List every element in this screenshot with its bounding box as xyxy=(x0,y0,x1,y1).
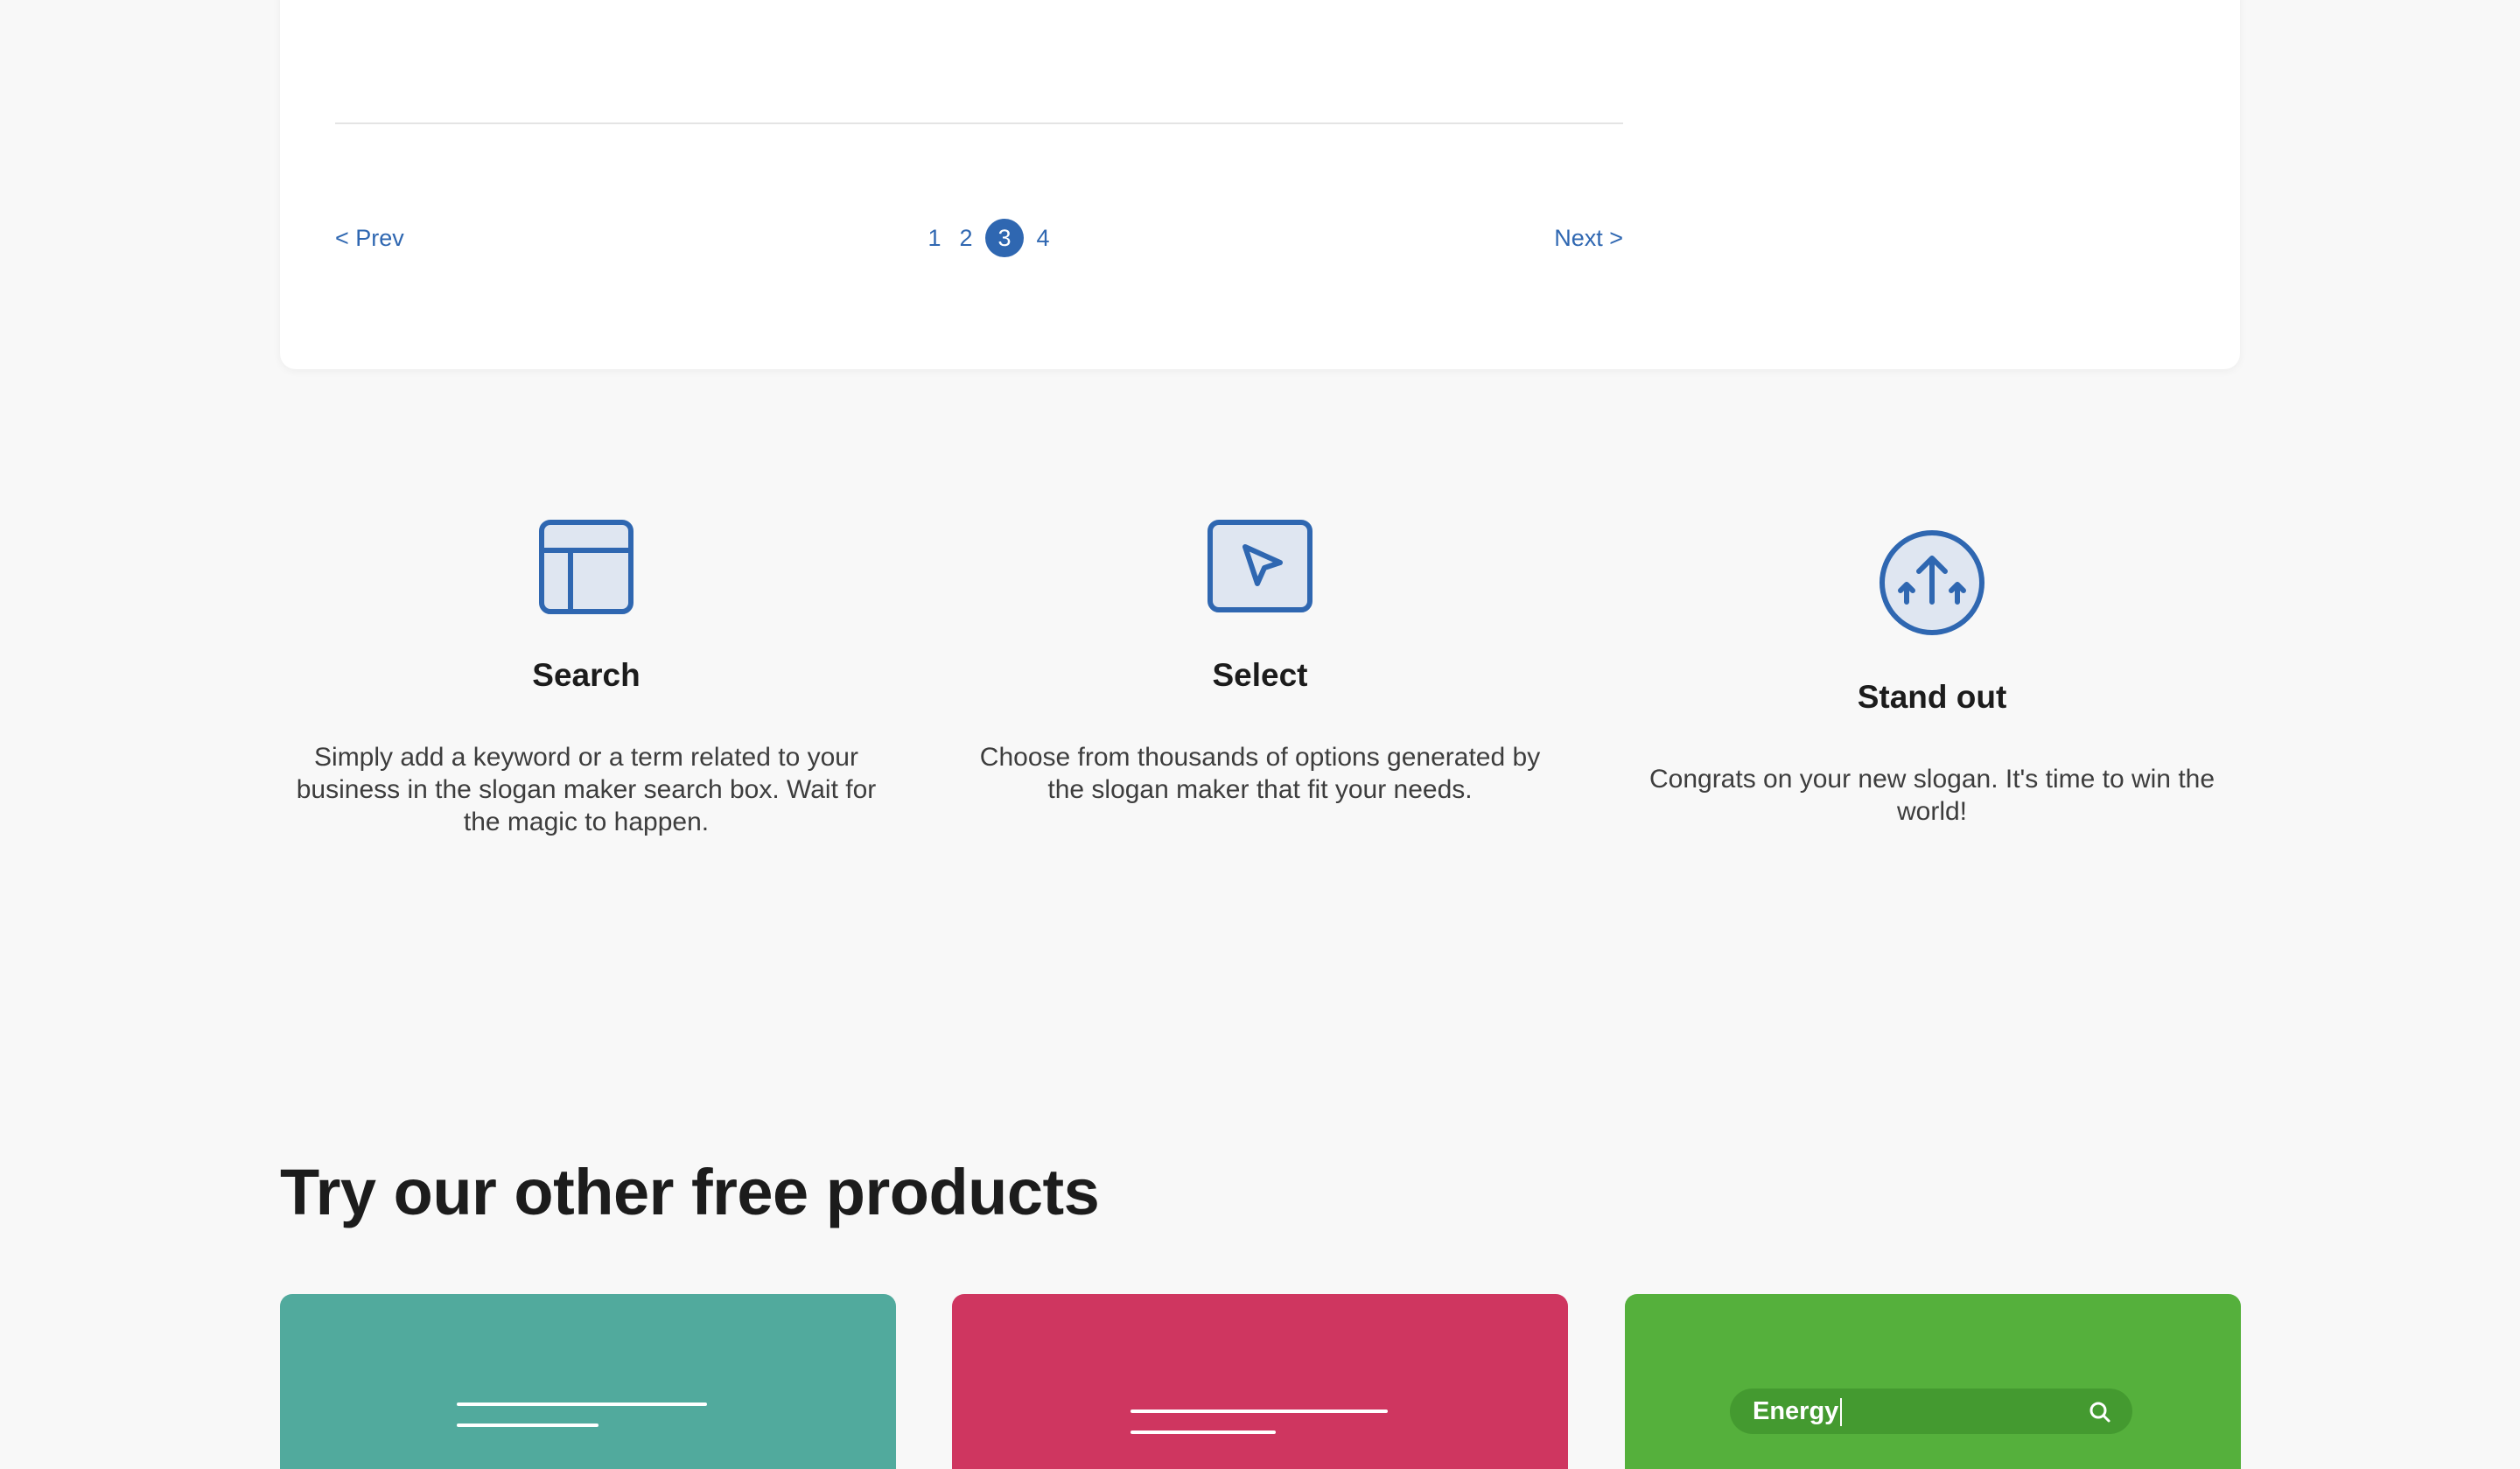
decorative-line xyxy=(457,1424,598,1427)
page-link-3-current[interactable]: 3 xyxy=(985,219,1024,257)
page-link-1[interactable]: 1 xyxy=(926,219,943,257)
product-preview-search-box: Energy xyxy=(1730,1389,2132,1434)
search-icon xyxy=(2090,1402,2110,1423)
product-card-2[interactable] xyxy=(952,1294,1568,1469)
product-card-3[interactable]: Energy xyxy=(1625,1294,2241,1469)
pagination: < Prev 1 2 3 4 Next > xyxy=(335,215,1623,261)
feature-search: Search Simply add a keyword or a term re… xyxy=(280,507,892,838)
feature-description: Congrats on your new slogan. It's time t… xyxy=(1648,765,2216,826)
text-caret xyxy=(1840,1398,1843,1427)
product-card-1[interactable] xyxy=(280,1294,896,1469)
decorative-line xyxy=(1130,1431,1276,1434)
layout-icon xyxy=(539,520,634,614)
decorative-line xyxy=(457,1403,707,1406)
product-preview-search-value: Energy xyxy=(1753,1397,1839,1425)
feature-select: Select Choose from thousands of options … xyxy=(954,507,1566,806)
next-page-link[interactable]: Next > xyxy=(1554,215,1623,261)
page-link-2[interactable]: 2 xyxy=(957,219,975,257)
cursor-pointer-icon xyxy=(1208,520,1312,612)
product-preview-search-text: Energy xyxy=(1753,1389,1843,1434)
results-divider xyxy=(335,122,1623,124)
page-link-4[interactable]: 4 xyxy=(1034,219,1052,257)
prev-page-link[interactable]: < Prev xyxy=(335,215,404,261)
results-card xyxy=(280,0,2240,369)
page-numbers: 1 2 3 4 xyxy=(919,215,1059,261)
feature-title: Stand out xyxy=(1857,679,2007,715)
feature-description: Simply add a keyword or a term related t… xyxy=(296,743,877,836)
feature-stand-out: Stand out Congrats on your new slogan. I… xyxy=(1626,507,2238,828)
decorative-line xyxy=(1130,1410,1388,1413)
feature-description: Choose from thousands of options generat… xyxy=(979,743,1541,804)
arrows-up-circle-icon xyxy=(1880,530,1984,635)
feature-title: Select xyxy=(1212,657,1308,693)
feature-title: Search xyxy=(532,657,640,693)
other-products-heading: Try our other free products xyxy=(280,1156,1100,1228)
